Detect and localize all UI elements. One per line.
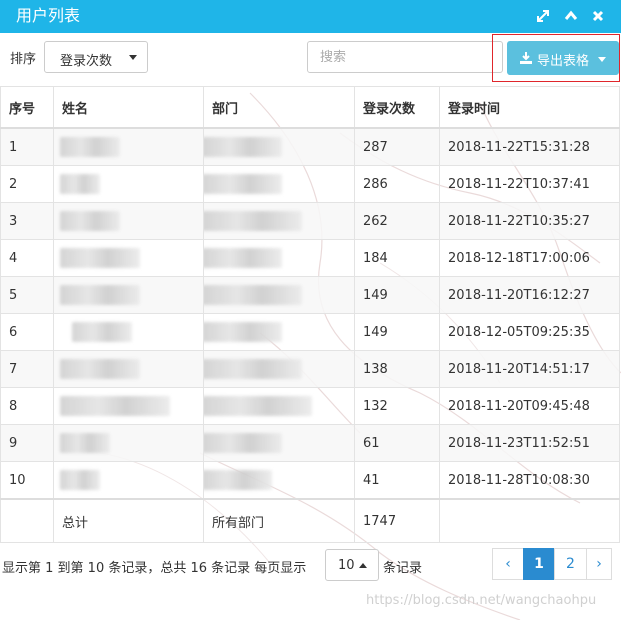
chevron-down-icon <box>598 57 606 62</box>
table-row[interactable]: 8 132 2018-11-20T09:45:48 <box>0 387 620 425</box>
header-count[interactable]: 登录次数 <box>354 86 440 129</box>
table-body: 1 287 2018-11-22T15:31:28 2 286 2018-11-… <box>0 127 620 543</box>
cell-dept-redacted <box>203 350 355 388</box>
window-title: 用户列表 <box>16 6 81 25</box>
cell-time: 2018-11-20T09:45:48 <box>439 387 620 425</box>
page-size-value: 10 <box>338 558 355 573</box>
cell-name-redacted <box>53 127 204 166</box>
cell-dept-redacted <box>203 313 355 351</box>
cell-count: 61 <box>354 424 440 462</box>
table-row[interactable]: 2 286 2018-11-22T10:37:41 <box>0 165 620 203</box>
cell-time: 2018-11-28T10:08:30 <box>439 461 620 500</box>
cell-no: 8 <box>0 387 54 425</box>
cell-time: 2018-11-20T16:12:27 <box>439 276 620 314</box>
cell-total-label: 总计 <box>53 498 204 543</box>
cell-count: 287 <box>354 127 440 166</box>
table-row[interactable]: 3 262 2018-11-22T10:35:27 <box>0 202 620 240</box>
cell-dept-redacted <box>203 202 355 240</box>
cell-count: 132 <box>354 387 440 425</box>
cell-time: 2018-11-22T15:31:28 <box>439 127 620 166</box>
cell-dept-redacted <box>203 239 355 277</box>
cell-time: 2018-11-23T11:52:51 <box>439 424 620 462</box>
user-table: 序号 姓名 部门 登录次数 登录时间 1 287 2018-11-22T15:3… <box>0 86 620 543</box>
cell-time: 2018-11-22T10:35:27 <box>439 202 620 240</box>
collapse-icon[interactable] <box>562 7 580 25</box>
cell-no: 5 <box>0 276 54 314</box>
table-row[interactable]: 1 287 2018-11-22T15:31:28 <box>0 127 620 166</box>
cell-name-redacted <box>53 387 204 425</box>
cell-no: 2 <box>0 165 54 203</box>
cell-dept-redacted <box>203 461 355 500</box>
page-prev-button[interactable]: ‹ <box>492 548 524 580</box>
cell-count: 149 <box>354 313 440 351</box>
cell-name-redacted <box>53 424 204 462</box>
cell-count: 184 <box>354 239 440 277</box>
cell-no: 9 <box>0 424 54 462</box>
table-row[interactable]: 4 184 2018-12-18T17:00:06 <box>0 239 620 277</box>
user-list-window: 用户列表 排序 登录次数 导出表格 序号 姓名 <box>0 0 621 620</box>
cell-count: 138 <box>354 350 440 388</box>
chevron-up-icon <box>359 563 367 568</box>
cell-name-redacted <box>53 202 204 240</box>
table-header-row: 序号 姓名 部门 登录次数 登录时间 <box>0 86 620 129</box>
title-bar: 用户列表 <box>0 0 621 33</box>
watermark-text: https://blog.csdn.net/wangchaohpu <box>366 593 597 608</box>
cell-name-redacted <box>53 276 204 314</box>
header-dept[interactable]: 部门 <box>203 86 355 129</box>
cell-count: 41 <box>354 461 440 500</box>
cell-dept-redacted <box>203 387 355 425</box>
header-no[interactable]: 序号 <box>0 86 54 129</box>
sort-select[interactable]: 登录次数 <box>44 41 148 73</box>
page-2-button[interactable]: 2 <box>554 548 587 580</box>
cell-time: 2018-11-20T14:51:17 <box>439 350 620 388</box>
close-icon[interactable] <box>589 7 607 25</box>
chevron-down-icon <box>129 55 137 60</box>
cell-no: 4 <box>0 239 54 277</box>
table-row[interactable]: 6 149 2018-12-05T09:25:35 <box>0 313 620 351</box>
cell-total-dept: 所有部门 <box>203 498 355 543</box>
cell-name-redacted <box>53 239 204 277</box>
sort-selected-value: 登录次数 <box>60 54 113 69</box>
cell-time: 2018-11-22T10:37:41 <box>439 165 620 203</box>
pagination-info: 显示第 1 到第 10 条记录，总共 16 条记录 每页显示 <box>2 561 307 576</box>
cell-count: 286 <box>354 165 440 203</box>
page-size-select[interactable]: 10 <box>325 549 379 581</box>
cell-time: 2018-12-05T09:25:35 <box>439 313 620 351</box>
expand-icon[interactable] <box>534 7 552 25</box>
cell-dept-redacted <box>203 127 355 166</box>
cell-name-redacted <box>53 165 204 203</box>
cell-no: 6 <box>0 313 54 351</box>
page-next-button[interactable]: › <box>586 548 612 580</box>
cell-total-time <box>439 498 620 543</box>
cell-name-redacted <box>53 461 204 500</box>
page-1-button[interactable]: 1 <box>523 548 555 580</box>
table-row[interactable]: 5 149 2018-11-20T16:12:27 <box>0 276 620 314</box>
cell-no: 7 <box>0 350 54 388</box>
cell-name-redacted <box>53 350 204 388</box>
cell-count: 149 <box>354 276 440 314</box>
cell-dept-redacted <box>203 424 355 462</box>
header-time[interactable]: 登录时间 <box>439 86 620 129</box>
table-row[interactable]: 7 138 2018-11-20T14:51:17 <box>0 350 620 388</box>
cell-name-redacted <box>53 313 204 351</box>
total-row: 总计 所有部门 1747 <box>0 498 620 543</box>
cell-no: 10 <box>0 461 54 500</box>
search-input[interactable] <box>307 41 503 73</box>
download-icon <box>520 52 532 64</box>
header-name[interactable]: 姓名 <box>53 86 204 129</box>
cell-total-no <box>0 498 54 543</box>
cell-count: 262 <box>354 202 440 240</box>
pagination-info-suffix: 条记录 <box>383 561 423 576</box>
cell-no: 1 <box>0 127 54 166</box>
cell-dept-redacted <box>203 276 355 314</box>
cell-time: 2018-12-18T17:00:06 <box>439 239 620 277</box>
export-table-label: 导出表格 <box>537 54 590 69</box>
cell-dept-redacted <box>203 165 355 203</box>
cell-total-count: 1747 <box>354 498 440 543</box>
table-row[interactable]: 9 61 2018-11-23T11:52:51 <box>0 424 620 462</box>
sort-label: 排序 <box>10 52 37 67</box>
cell-no: 3 <box>0 202 54 240</box>
table-row[interactable]: 10 41 2018-11-28T10:08:30 <box>0 461 620 500</box>
export-table-button[interactable]: 导出表格 <box>507 41 619 75</box>
